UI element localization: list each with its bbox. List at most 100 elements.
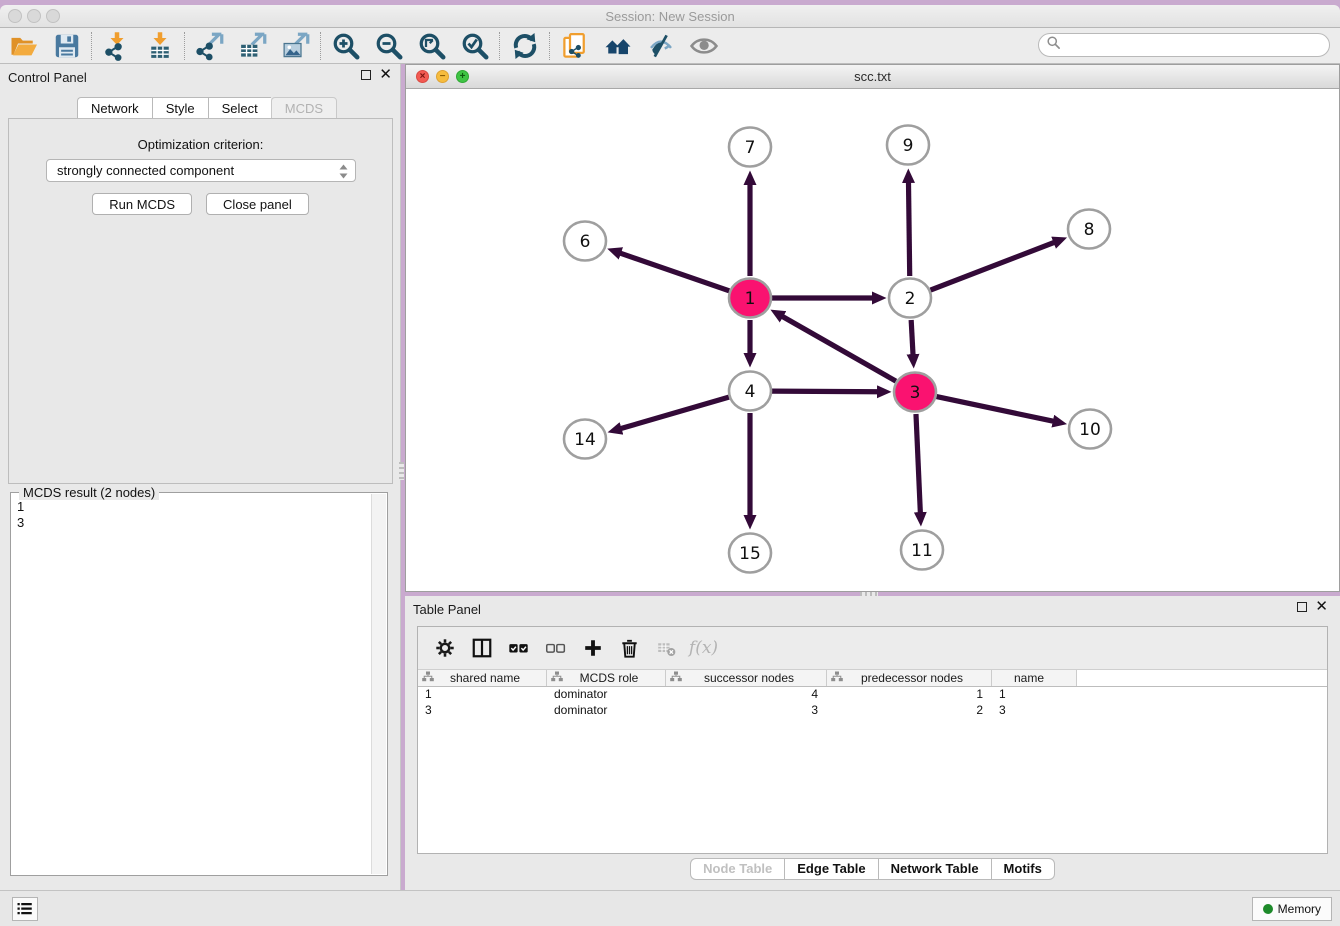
zoom-out-icon[interactable] xyxy=(367,29,410,63)
cell-name[interactable]: 1 xyxy=(992,687,1077,703)
copy-network-icon[interactable] xyxy=(553,29,596,63)
table-header-row: shared name MCDS rolesuccessor nodesprede… xyxy=(418,669,1327,687)
edge-2-8[interactable] xyxy=(931,242,1055,290)
table-tabs: Node TableEdge TableNetwork TableMotifs xyxy=(405,858,1340,880)
column-layout-icon[interactable] xyxy=(463,631,500,665)
tab-mcds[interactable]: MCDS xyxy=(271,97,337,119)
svg-text:9: 9 xyxy=(903,136,914,156)
node-4[interactable]: 4 xyxy=(729,372,771,411)
window-title: Session: New Session xyxy=(0,9,1340,24)
tab-edge-table[interactable]: Edge Table xyxy=(784,858,877,880)
svg-text:2: 2 xyxy=(905,289,916,309)
tab-network-table[interactable]: Network Table xyxy=(878,858,991,880)
node-8[interactable]: 8 xyxy=(1068,210,1110,249)
cell-name[interactable]: 3 xyxy=(992,703,1077,719)
node-1[interactable]: 1 xyxy=(729,279,771,318)
edge-1-6[interactable] xyxy=(620,253,729,291)
node-10[interactable]: 10 xyxy=(1069,410,1111,449)
node-9[interactable]: 9 xyxy=(887,126,929,165)
svg-text:15: 15 xyxy=(739,544,761,564)
tab-select[interactable]: Select xyxy=(208,97,271,119)
float-panel-icon[interactable] xyxy=(361,70,371,80)
column-header-name[interactable]: name xyxy=(992,670,1077,686)
cell-shared-name[interactable]: 1 xyxy=(418,687,547,703)
home-icon[interactable] xyxy=(596,29,639,63)
cell-MCDS-role[interactable]: dominator xyxy=(547,687,666,703)
edge-3-11[interactable] xyxy=(916,414,920,513)
node-7[interactable]: 7 xyxy=(729,128,771,167)
settings-icon[interactable] xyxy=(426,631,463,665)
cell-successor-nodes[interactable]: 4 xyxy=(666,687,827,703)
search-box[interactable] xyxy=(1038,33,1330,57)
cell-successor-nodes[interactable]: 3 xyxy=(666,703,827,719)
edge-4-3[interactable] xyxy=(772,391,878,392)
tab-motifs[interactable]: Motifs xyxy=(991,858,1055,880)
task-history-button[interactable] xyxy=(12,897,38,921)
zoom-in-icon[interactable] xyxy=(324,29,367,63)
list-icon xyxy=(16,900,34,918)
cell-shared-name[interactable]: 3 xyxy=(418,703,547,719)
edge-2-3[interactable] xyxy=(911,320,913,355)
destroy-table-icon[interactable] xyxy=(648,631,685,665)
close-panel-button[interactable]: Close panel xyxy=(206,193,309,215)
hide-details-icon[interactable] xyxy=(639,29,682,63)
table-row[interactable]: 3dominator323 xyxy=(418,703,1327,719)
deselect-all-icon[interactable] xyxy=(537,631,574,665)
node-11[interactable]: 11 xyxy=(901,531,943,570)
node-6[interactable]: 6 xyxy=(564,222,606,261)
column-header-shared-name[interactable]: shared name xyxy=(418,670,547,686)
zoom-fit-icon[interactable] xyxy=(410,29,453,63)
export-table-icon[interactable] xyxy=(231,29,274,63)
search-input[interactable] xyxy=(1061,36,1329,54)
table-row[interactable]: 1dominator411 xyxy=(418,687,1327,703)
import-table-icon[interactable] xyxy=(138,29,181,63)
column-header-MCDS-role[interactable]: MCDS role xyxy=(547,670,666,686)
network-canvas[interactable]: 7 9 6 8 1 2 4 3 14 10 15 11 xyxy=(406,89,1339,591)
node-15[interactable]: 15 xyxy=(729,534,771,573)
cell-predecessor-nodes[interactable]: 2 xyxy=(827,703,992,719)
float-table-panel-icon[interactable] xyxy=(1297,602,1307,612)
export-network-icon[interactable] xyxy=(188,29,231,63)
column-header-successor-nodes[interactable]: successor nodes xyxy=(666,670,827,686)
select-all-icon[interactable] xyxy=(500,631,537,665)
refresh-icon[interactable] xyxy=(503,29,546,63)
tab-network[interactable]: Network xyxy=(77,97,152,119)
node-2[interactable]: 2 xyxy=(889,279,931,318)
delete-row-icon[interactable] xyxy=(611,631,648,665)
result-scrollbar[interactable] xyxy=(371,494,386,874)
memory-button[interactable]: Memory xyxy=(1252,897,1332,921)
svg-text:4: 4 xyxy=(745,382,756,402)
export-image-icon[interactable] xyxy=(274,29,317,63)
cell-predecessor-nodes[interactable]: 1 xyxy=(827,687,992,703)
toolbar-separator xyxy=(549,32,550,60)
svg-text:7: 7 xyxy=(745,138,756,158)
tab-style[interactable]: Style xyxy=(152,97,208,119)
close-panel-icon[interactable]: ✕ xyxy=(379,70,392,80)
cell-MCDS-role[interactable]: dominator xyxy=(547,703,666,719)
edge-4-14[interactable] xyxy=(621,397,729,429)
vertical-splitter-handle[interactable] xyxy=(399,462,404,480)
edge-2-9[interactable] xyxy=(908,182,909,276)
column-header-predecessor-nodes[interactable]: predecessor nodes xyxy=(827,670,992,686)
mcds-result-text[interactable]: 1 3 xyxy=(13,497,370,873)
run-mcds-button[interactable]: Run MCDS xyxy=(92,193,192,215)
function-builder-icon[interactable]: f(x) xyxy=(689,638,718,658)
zoom-selected-icon[interactable] xyxy=(453,29,496,63)
edge-3-1[interactable] xyxy=(782,316,896,381)
close-table-panel-icon[interactable]: ✕ xyxy=(1315,602,1328,612)
toolbar-separator xyxy=(91,32,92,60)
show-details-icon[interactable] xyxy=(682,29,725,63)
edge-3-10[interactable] xyxy=(937,397,1054,422)
tab-node-table[interactable]: Node Table xyxy=(690,858,784,880)
import-network-icon[interactable] xyxy=(95,29,138,63)
network-window-titlebar[interactable]: × − + scc.txt xyxy=(406,65,1339,89)
node-14[interactable]: 14 xyxy=(564,420,606,459)
network-view-window: × − + scc.txt 7 9 6 8 1 2 4 3 14 10 15 11 xyxy=(405,64,1340,592)
add-row-icon[interactable] xyxy=(574,631,611,665)
criterion-dropdown[interactable]: strongly connected component xyxy=(46,159,356,182)
node-3[interactable]: 3 xyxy=(894,373,936,412)
column-label: MCDS role xyxy=(563,671,665,685)
save-icon[interactable] xyxy=(45,29,88,63)
memory-label: Memory xyxy=(1278,902,1321,916)
open-folder-icon[interactable] xyxy=(2,29,45,63)
